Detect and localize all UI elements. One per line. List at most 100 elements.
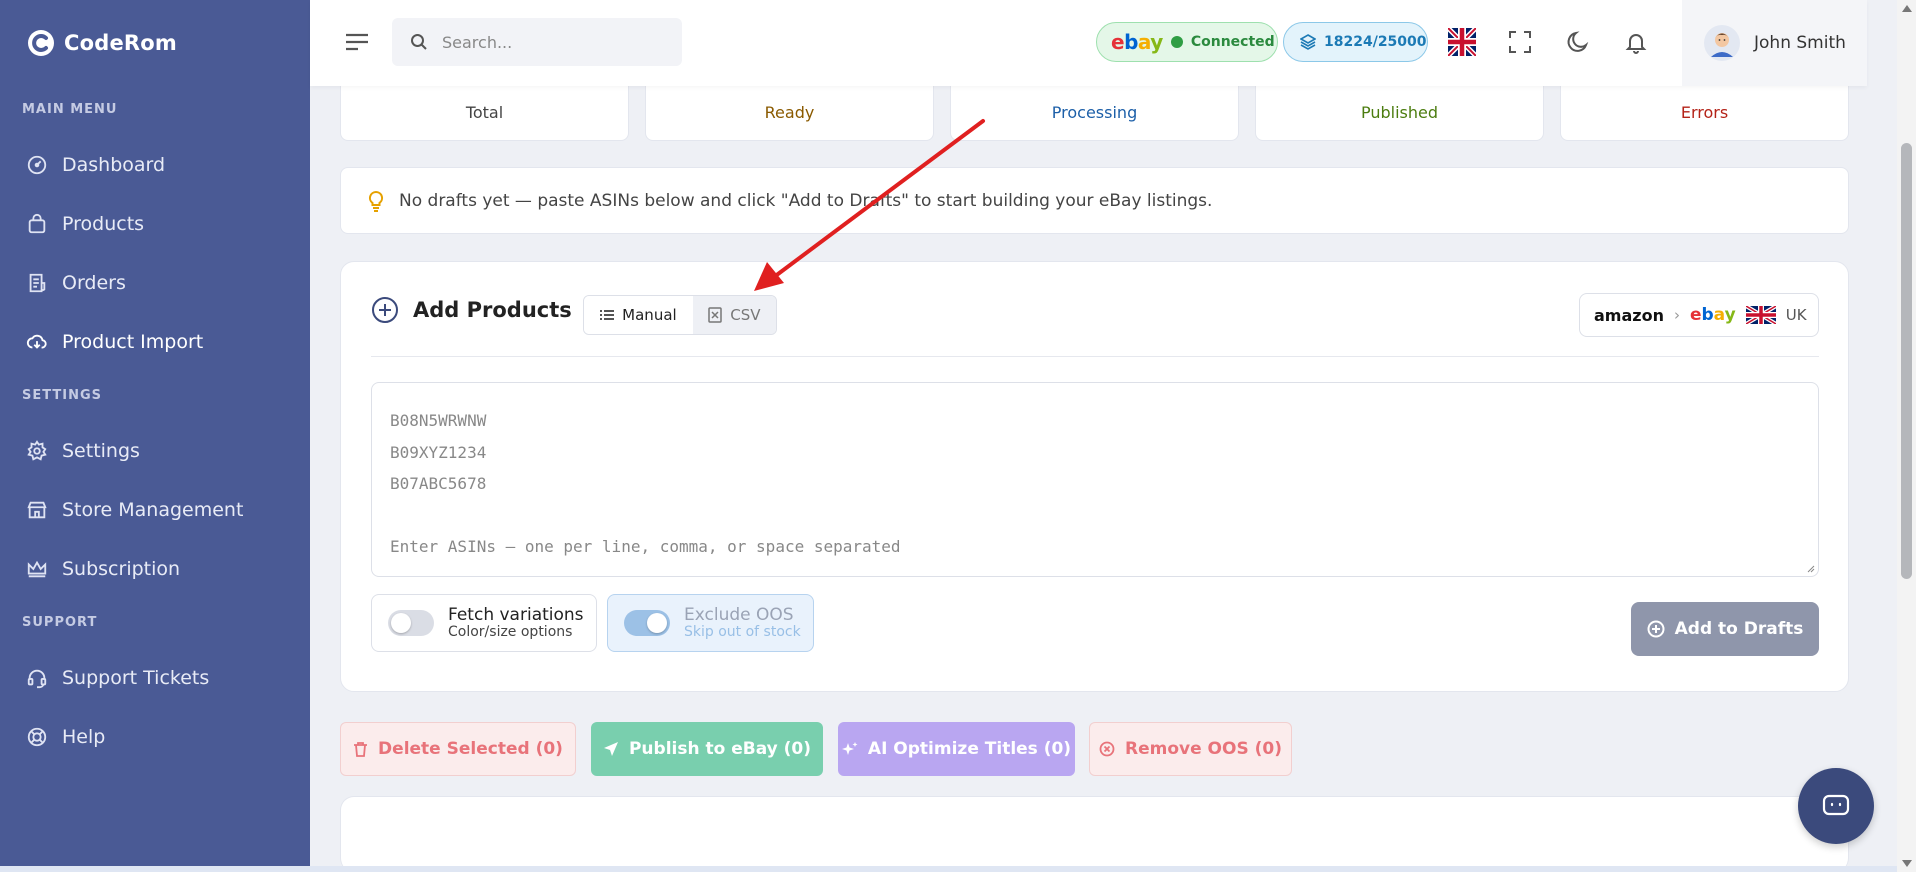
- crown-icon: [27, 560, 47, 578]
- sidebar-item-subscription[interactable]: Subscription: [26, 549, 180, 589]
- remove-oos-label: Remove OOS (0): [1125, 739, 1282, 759]
- quota-badge[interactable]: 18224/25000: [1283, 22, 1428, 62]
- layers-icon: [1300, 34, 1316, 50]
- market-region: UK: [1785, 306, 1807, 324]
- resize-handle-icon[interactable]: [1805, 563, 1815, 573]
- avatar: [1704, 25, 1740, 61]
- sidebar-item-label: Settings: [62, 440, 140, 462]
- sparkles-icon: [841, 742, 858, 755]
- ai-optimize-label: AI Optimize Titles (0): [867, 739, 1072, 759]
- fullscreen-icon: [1509, 31, 1531, 53]
- notifications-button[interactable]: [1620, 26, 1652, 58]
- ebay-connection-badge[interactable]: ebay Connected: [1096, 22, 1278, 62]
- sidebar-item-label: Products: [62, 213, 145, 235]
- asin-textarea[interactable]: B08N5WRWNW B09XYZ1234 B07ABC5678 Enter A…: [371, 382, 1819, 577]
- user-menu[interactable]: John Smith: [1682, 0, 1867, 86]
- drafts-table-card: [340, 796, 1849, 872]
- add-to-drafts-button[interactable]: Add to Drafts: [1631, 602, 1819, 656]
- plus-circle-icon: [1647, 620, 1665, 638]
- add-products-card: Add Products Manual CSV amazon › ebay UK…: [340, 261, 1849, 692]
- sidebar-item-support-tickets[interactable]: Support Tickets: [26, 658, 209, 698]
- mode-csv-button[interactable]: CSV: [692, 296, 776, 334]
- publish-label: Publish to eBay (0): [628, 739, 812, 759]
- chat-icon: [1822, 794, 1850, 816]
- toggle-switch-on[interactable]: [624, 610, 670, 636]
- exclude-oos-toggle[interactable]: Exclude OOS Skip out of stock: [607, 594, 814, 652]
- toggle-label: Exclude OOS: [684, 605, 794, 625]
- search-input[interactable]: [442, 32, 642, 52]
- x-circle-icon: [1099, 741, 1115, 757]
- section-main-menu: MAIN MENU: [22, 102, 118, 117]
- notice-text: No drafts yet — paste ASINs below and cl…: [399, 190, 1213, 211]
- sidebar-item-label: Product Import: [62, 331, 204, 353]
- section-support: SUPPORT: [22, 615, 98, 630]
- publish-to-ebay-button[interactable]: Publish to eBay (0): [591, 722, 823, 776]
- toggle-sublabel: Skip out of stock: [684, 624, 801, 640]
- coderom-logo-icon: [28, 30, 54, 56]
- sidebar-item-settings[interactable]: Settings: [26, 431, 140, 471]
- sidebar-item-products[interactable]: Products: [26, 204, 144, 244]
- cloud-download-icon: [26, 334, 47, 349]
- quota-text: 18224/25000: [1324, 34, 1427, 50]
- ebay-logo: ebay: [1689, 305, 1736, 325]
- lightbulb-icon: [368, 190, 384, 212]
- marketplace-badge: amazon › ebay UK: [1579, 293, 1819, 337]
- search-icon: [411, 34, 427, 50]
- amazon-logo: amazon: [1594, 305, 1664, 325]
- asin-placeholder-line: B07ABC5678: [390, 474, 487, 493]
- sidebar-item-label: Support Tickets: [62, 667, 210, 689]
- divider: [371, 356, 1819, 357]
- toggle-label: Fetch variations: [448, 605, 584, 625]
- section-settings: SETTINGS: [22, 388, 103, 403]
- fullscreen-button[interactable]: [1504, 26, 1536, 58]
- mode-manual-button[interactable]: Manual: [584, 296, 693, 334]
- dashboard-icon: [27, 155, 47, 175]
- sidebar: CodeRom MAIN MENU Dashboard Products Ord…: [0, 0, 310, 872]
- brand-name: CodeRom: [64, 31, 177, 55]
- asin-placeholder-line: B09XYZ1234: [390, 442, 487, 462]
- gear-icon: [27, 440, 47, 461]
- toggle-switch-off[interactable]: [388, 610, 434, 636]
- delete-selected-button[interactable]: Delete Selected (0): [340, 722, 576, 776]
- chat-button[interactable]: [1798, 768, 1874, 844]
- add-to-drafts-label: Add to Drafts: [1674, 619, 1804, 639]
- bell-icon: [1625, 34, 1647, 54]
- ai-optimize-titles-button[interactable]: AI Optimize Titles (0): [838, 722, 1075, 776]
- asin-placeholder-line: [390, 500, 1800, 532]
- search-bar[interactable]: [392, 18, 682, 66]
- scroll-thumb[interactable]: [1901, 143, 1912, 579]
- sidebar-item-label: Dashboard: [62, 154, 166, 176]
- stat-label: Errors: [1680, 103, 1729, 122]
- status-dot: [1170, 36, 1183, 48]
- mode-csv-label: CSV: [730, 306, 761, 324]
- ebay-logo: ebay: [1111, 30, 1163, 54]
- fetch-variations-toggle[interactable]: Fetch variations Color/size options: [371, 594, 597, 652]
- remove-oos-button[interactable]: Remove OOS (0): [1089, 722, 1292, 776]
- sidebar-item-dashboard[interactable]: Dashboard: [26, 145, 165, 185]
- receipt-icon: [29, 273, 46, 293]
- stat-label: Ready: [764, 103, 815, 122]
- uk-flag-icon: [1448, 28, 1476, 56]
- spreadsheet-icon: [708, 307, 723, 323]
- menu-icon[interactable]: [344, 30, 370, 54]
- page-scrollbar[interactable]: [1897, 0, 1916, 872]
- dark-mode-button[interactable]: [1562, 26, 1594, 58]
- plus-circle-icon: [372, 297, 398, 323]
- uk-flag-icon: [1745, 306, 1776, 324]
- input-mode-toggle: Manual CSV: [583, 295, 777, 335]
- add-products-header: Add Products: [371, 296, 572, 324]
- sidebar-item-product-import[interactable]: Product Import: [26, 322, 203, 362]
- sidebar-item-label: Subscription: [62, 558, 181, 580]
- ebay-status-text: Connected: [1190, 34, 1275, 50]
- brand[interactable]: CodeRom: [26, 26, 177, 60]
- scroll-down-icon[interactable]: [1902, 860, 1912, 867]
- sidebar-item-orders[interactable]: Orders: [26, 263, 126, 303]
- language-selector[interactable]: [1446, 26, 1478, 58]
- headset-icon: [27, 669, 47, 689]
- stat-label: Total: [465, 103, 504, 122]
- sidebar-item-help[interactable]: Help: [26, 717, 105, 757]
- stat-label: Published: [1360, 103, 1439, 122]
- lifebuoy-icon: [27, 727, 47, 747]
- scroll-up-icon[interactable]: [1902, 5, 1912, 12]
- sidebar-item-store-management[interactable]: Store Management: [26, 490, 243, 530]
